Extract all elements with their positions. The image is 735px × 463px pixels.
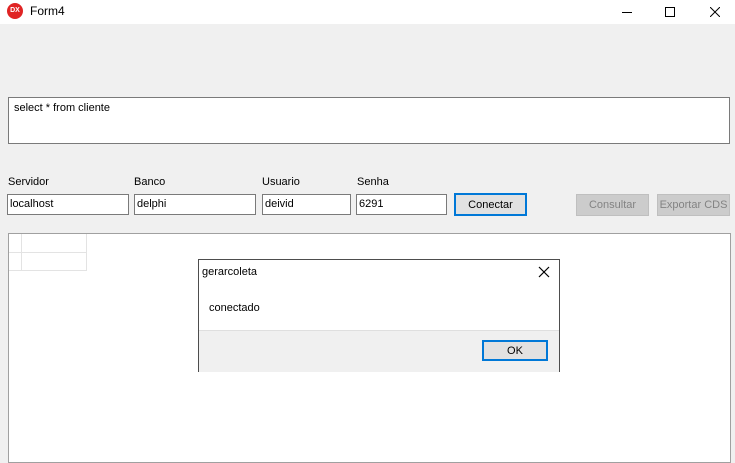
app-icon: DX — [7, 3, 23, 19]
grid-line — [9, 270, 87, 271]
query-button[interactable]: Consultar — [576, 194, 649, 216]
title-bar: DX Form4 — [0, 0, 735, 24]
export-cds-button[interactable]: Exportar CDS — [657, 194, 730, 216]
maximize-button[interactable] — [647, 0, 693, 24]
sql-text: select * from cliente — [14, 102, 110, 114]
usuario-label: Usuario — [262, 176, 300, 188]
banco-label: Banco — [134, 176, 166, 188]
dialog-close-button[interactable] — [537, 265, 551, 279]
servidor-input[interactable]: localhost — [7, 194, 129, 215]
minimize-button[interactable] — [604, 0, 650, 24]
close-icon — [710, 7, 720, 17]
senha-label: Senha — [357, 176, 389, 188]
banco-input[interactable]: delphi — [134, 194, 256, 215]
usuario-input[interactable]: deivid — [262, 194, 351, 215]
dialog-footer: OK — [199, 330, 559, 372]
sql-memo[interactable]: select * from cliente — [8, 97, 730, 144]
grid-line — [9, 252, 87, 253]
close-icon — [538, 266, 550, 278]
message-dialog: gerarcoleta conectado OK — [198, 259, 560, 372]
minimize-icon — [622, 12, 632, 13]
close-button[interactable] — [692, 0, 735, 24]
dialog-message: conectado — [209, 302, 260, 314]
maximize-icon — [665, 7, 675, 17]
senha-input[interactable]: 6291 — [356, 194, 447, 215]
dialog-title: gerarcoleta — [202, 266, 258, 278]
window-title: Form4 — [30, 4, 65, 18]
ok-button[interactable]: OK — [482, 340, 548, 361]
servidor-label: Servidor — [8, 176, 49, 188]
connect-button[interactable]: Conectar — [454, 193, 527, 216]
